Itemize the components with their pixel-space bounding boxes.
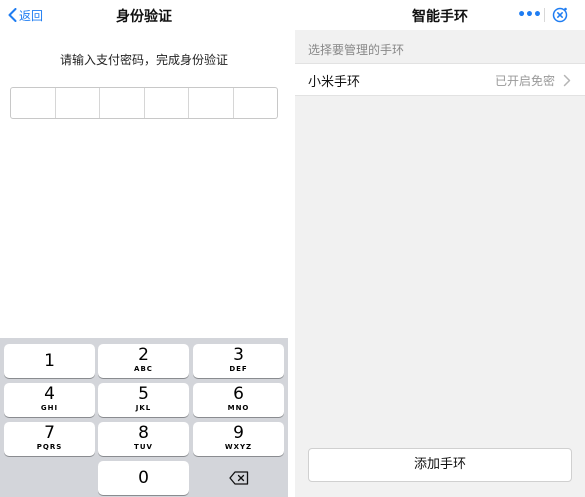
- password-digit-cell: [189, 88, 234, 118]
- key-5[interactable]: 5 JKL: [98, 383, 189, 417]
- nav-bar: 返回 身份验证: [0, 0, 288, 30]
- section-label: 选择要管理的手环: [308, 43, 405, 57]
- key-2[interactable]: 2 ABC: [98, 344, 189, 378]
- numeric-keypad: 1 2 ABC 3 DEF 4 GHI 5 JKL 6 MNO 7 PQRS 8…: [0, 338, 288, 497]
- nav-bar: 智能手环 •••: [295, 0, 585, 30]
- panel-divider: [288, 0, 295, 497]
- delete-key[interactable]: [193, 461, 284, 495]
- smart-band-screen: 智能手环 ••• 选择要管理的手环 小米手环 已开启免密 添加手环: [295, 0, 585, 497]
- key-6[interactable]: 6 MNO: [193, 383, 284, 417]
- password-digit-cell: [11, 88, 56, 118]
- password-prompt: 请输入支付密码，完成身份验证: [59, 53, 228, 67]
- nav-separator: [544, 8, 545, 22]
- password-digit-cell: [145, 88, 189, 118]
- password-digit-cell: [100, 88, 145, 118]
- key-0[interactable]: 0: [98, 461, 189, 495]
- backspace-icon: [228, 471, 248, 485]
- password-digit-cell: [56, 88, 100, 118]
- identity-verification-screen: 返回 身份验证 请输入支付密码，完成身份验证 1 2 ABC 3 DEF 4 G…: [0, 0, 288, 497]
- chevron-right-icon: [563, 74, 571, 87]
- close-icon: [552, 7, 568, 23]
- add-band-button[interactable]: 添加手环: [308, 448, 572, 482]
- band-name: 小米手环: [308, 75, 361, 90]
- key-blank: [4, 461, 95, 495]
- key-9[interactable]: 9 WXYZ: [193, 422, 284, 456]
- page-title: 身份验证: [116, 9, 172, 25]
- key-1[interactable]: 1: [4, 344, 95, 378]
- page-title: 智能手环: [412, 9, 468, 25]
- close-button[interactable]: [550, 5, 570, 25]
- band-status: 已开启免密: [494, 74, 555, 88]
- band-list-item[interactable]: 小米手环 已开启免密: [295, 63, 585, 96]
- more-icon: •••: [517, 7, 542, 23]
- key-7[interactable]: 7 PQRS: [4, 422, 95, 456]
- key-8[interactable]: 8 TUV: [98, 422, 189, 456]
- password-digit-cell: [234, 88, 278, 118]
- password-input[interactable]: [10, 87, 278, 119]
- key-4[interactable]: 4 GHI: [4, 383, 95, 417]
- key-3[interactable]: 3 DEF: [193, 344, 284, 378]
- more-button[interactable]: •••: [517, 5, 542, 25]
